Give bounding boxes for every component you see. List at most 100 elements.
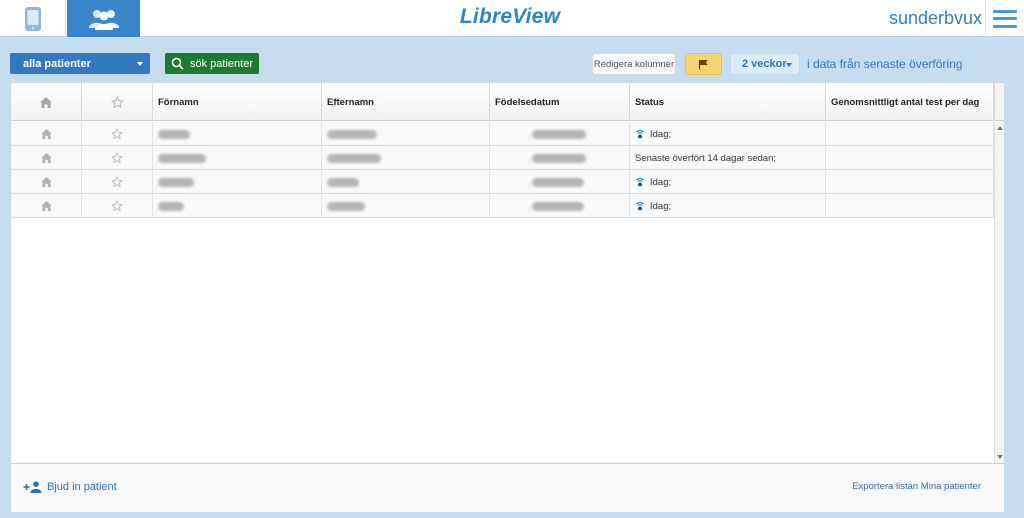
column-header-firstname[interactable]: Förnamn [153, 83, 322, 121]
redacted-date [532, 129, 586, 139]
table-scrollbar[interactable] [994, 122, 1004, 463]
caret-down-icon [786, 63, 792, 67]
libreview-logo: LibreView [459, 5, 561, 28]
status-cell: Idag; [630, 122, 826, 146]
avg-tests-cell [826, 146, 994, 170]
redacted-name [158, 201, 184, 211]
device-view-button[interactable] [0, 0, 66, 37]
lastname-cell [322, 194, 490, 218]
redacted-date [532, 201, 584, 211]
hamburger-icon [993, 9, 1017, 28]
home-column-header[interactable] [11, 83, 82, 121]
patient-filter-label: alla patienter [23, 57, 91, 70]
main-menu-button[interactable] [985, 0, 1024, 37]
home-icon [40, 129, 52, 139]
invite-patient-link[interactable]: Bjud in patient [23, 481, 117, 493]
lastname-cell [322, 122, 490, 146]
status-text: Senaste överfört 14 dagar sedan; [635, 152, 777, 164]
search-patients-button[interactable]: sök patienter [165, 53, 259, 74]
status-text: Idag; [650, 176, 672, 188]
redacted-name [327, 201, 365, 211]
patients-view-button[interactable] [67, 0, 140, 37]
home-icon [40, 96, 52, 108]
birthdate-cell [490, 194, 630, 218]
column-header-status[interactable]: Status [630, 83, 826, 121]
firstname-cell [153, 170, 322, 194]
redacted-name [327, 177, 359, 187]
star-icon [110, 95, 124, 108]
home-icon [40, 201, 52, 211]
status-cell: Idag; [630, 194, 826, 218]
table-header: Förnamn Efternamn Födelsedatum Status Ge… [11, 83, 994, 121]
search-patients-label: sök patienter [190, 57, 253, 70]
status-text: Idag; [650, 128, 672, 140]
home-cell[interactable] [11, 170, 82, 194]
redacted-name [158, 153, 206, 163]
edit-columns-button[interactable]: Redigera kolumner [592, 53, 676, 75]
search-icon [171, 57, 184, 70]
status-text: Idag; [650, 200, 672, 212]
star-icon [111, 128, 123, 140]
invite-patient-label: Bjud in patient [47, 481, 117, 493]
column-header-birthdate[interactable]: Födelsedatum [490, 83, 630, 121]
header-scroll-spacer [994, 83, 1004, 121]
users-icon [88, 9, 119, 30]
scroll-up-icon[interactable] [997, 126, 1003, 130]
table-row[interactable]: Idag; [11, 170, 994, 194]
add-user-icon [23, 481, 42, 493]
caret-down-icon [137, 62, 143, 66]
signal-icon [636, 130, 644, 139]
status-cell: Idag; [630, 170, 826, 194]
export-list-link[interactable]: Exportera listan Mina patienter [841, 481, 981, 492]
lastname-cell [322, 146, 490, 170]
redacted-name [158, 129, 190, 139]
avg-tests-cell [826, 122, 994, 146]
birthdate-cell [490, 146, 630, 170]
favorite-cell[interactable] [82, 146, 153, 170]
star-icon [111, 152, 123, 164]
flag-filter-button[interactable] [685, 53, 722, 75]
redacted-date [532, 153, 586, 163]
birthdate-cell [490, 170, 630, 194]
favorite-cell[interactable] [82, 122, 153, 146]
avg-tests-cell [826, 170, 994, 194]
period-label: 2 veckor [742, 58, 787, 70]
firstname-cell [153, 146, 322, 170]
scroll-down-icon[interactable] [997, 455, 1003, 459]
flag-icon [698, 59, 708, 69]
favorite-cell[interactable] [82, 194, 153, 218]
table-row[interactable]: Idag; [11, 122, 994, 146]
table-row[interactable]: Senaste överfört 14 dagar sedan; [11, 146, 994, 170]
home-cell[interactable] [11, 194, 82, 218]
phone-icon [24, 6, 41, 31]
username[interactable]: sunderbvux [850, 8, 982, 29]
signal-icon [636, 202, 644, 211]
redacted-name [327, 153, 381, 163]
home-cell[interactable] [11, 146, 82, 170]
redacted-name [327, 129, 377, 139]
avg-tests-cell [826, 194, 994, 218]
firstname-cell [153, 122, 322, 146]
star-icon [111, 176, 123, 188]
favorite-column-header[interactable] [82, 83, 153, 121]
firstname-cell [153, 194, 322, 218]
top-bar: LibreView sunderbvux [0, 0, 1024, 37]
home-icon [40, 153, 52, 163]
favorite-cell[interactable] [82, 170, 153, 194]
patient-list-panel: Förnamn Efternamn Födelsedatum Status Ge… [10, 82, 1004, 512]
panel-footer: Bjud in patient Exportera listan Mina pa… [11, 463, 1004, 512]
table-row[interactable]: Idag; [11, 194, 994, 218]
lastname-cell [322, 170, 490, 194]
home-icon [40, 177, 52, 187]
period-dropdown[interactable]: 2 veckor [730, 53, 800, 75]
column-header-lastname[interactable]: Efternamn [322, 83, 490, 121]
period-description: i data från senaste överföring [807, 57, 963, 71]
status-cell: Senaste överfört 14 dagar sedan; [630, 146, 826, 170]
home-cell[interactable] [11, 122, 82, 146]
patient-filter-dropdown[interactable]: alla patienter [10, 53, 150, 74]
signal-icon [636, 178, 644, 187]
redacted-name [158, 177, 194, 187]
star-icon [111, 200, 123, 212]
column-header-avg-tests[interactable]: Genomsnittligt antal test per dag [826, 83, 994, 121]
redacted-date [532, 177, 584, 187]
